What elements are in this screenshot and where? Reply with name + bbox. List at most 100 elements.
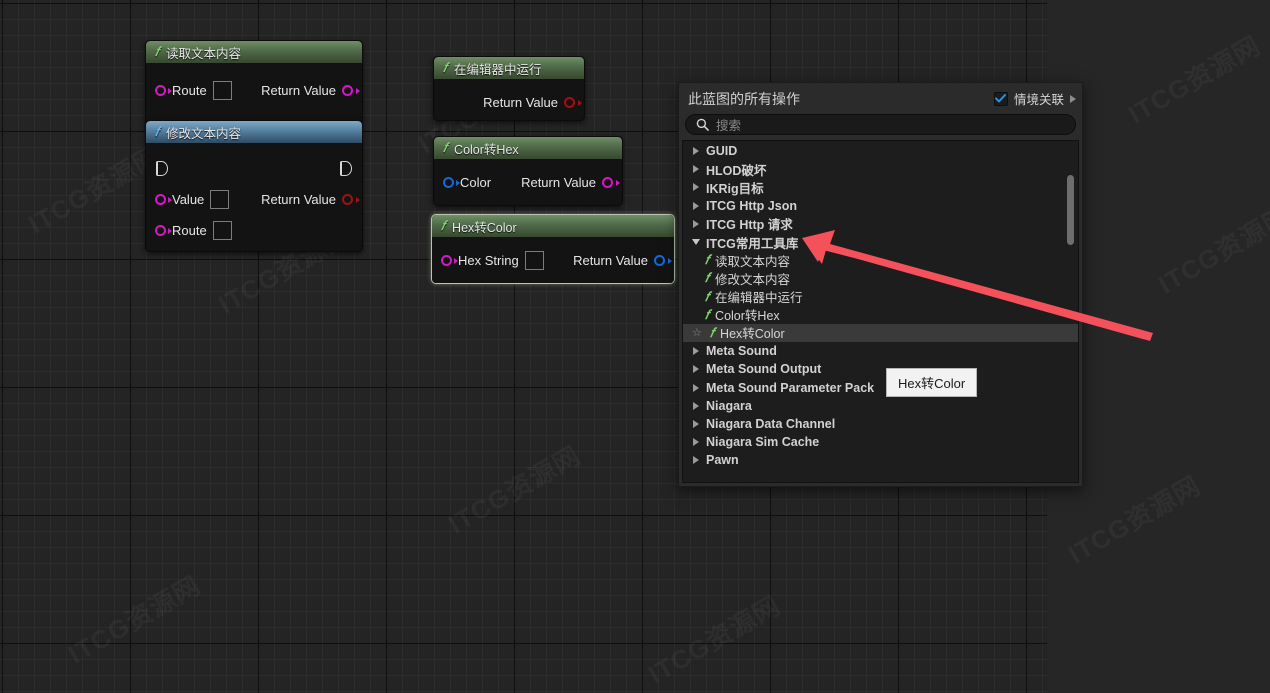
- node-body: Return Value: [434, 79, 584, 120]
- chevron-right-icon[interactable]: [690, 347, 701, 356]
- chevron-right-icon[interactable]: [1070, 94, 1076, 103]
- tree-category-item[interactable]: Meta Sound Parameter Pack: [683, 378, 1078, 396]
- node-input-pin-route[interactable]: Route: [155, 80, 232, 100]
- tree-function-item[interactable]: 𝑓 读取文本内容: [683, 251, 1078, 269]
- pin-value-input[interactable]: [212, 220, 232, 240]
- chevron-right-icon[interactable]: [690, 147, 701, 156]
- graph-node-color-to-hex[interactable]: 𝑓 Color转Hex Color Return Value: [433, 136, 623, 206]
- tree-item-label: HLOD破坏: [706, 163, 767, 178]
- pin-value-input[interactable]: [212, 80, 232, 100]
- pin-icon[interactable]: [564, 96, 582, 108]
- pin-value-input[interactable]: [524, 250, 544, 270]
- tree-function-item[interactable]: 𝑓 修改文本内容: [683, 269, 1078, 287]
- node-input-pin-value[interactable]: Value: [155, 189, 230, 209]
- chevron-right-icon[interactable]: [690, 365, 701, 374]
- node-title-label: Hex转Color: [452, 220, 517, 235]
- tree-category-item[interactable]: ITCG常用工具库: [683, 233, 1078, 251]
- tree-function-item[interactable]: 𝑓 Color转Hex: [683, 306, 1078, 324]
- triangle-icon: [692, 201, 699, 210]
- node-output-pin-return-value[interactable]: Return Value: [521, 175, 620, 190]
- pin-icon[interactable]: [654, 254, 672, 266]
- exec-input-pin[interactable]: [156, 160, 168, 176]
- chevron-right-icon[interactable]: [690, 401, 701, 410]
- tree-item-label: Niagara: [706, 398, 752, 413]
- triangle-icon: [691, 239, 700, 246]
- triangle-icon: [692, 401, 699, 410]
- chevron-right-icon[interactable]: [690, 419, 701, 428]
- function-icon: 𝑓: [705, 306, 710, 322]
- action-tree-container[interactable]: GUID HLOD破坏 IKRig目标 ITCG Http Json ITCG Http…: [682, 140, 1079, 483]
- tree-category-item[interactable]: Meta Sound Output: [683, 360, 1078, 378]
- node-input-pin-color[interactable]: Color: [443, 175, 491, 190]
- blueprint-editor-window: ITCG资源网 ITCG资源网 ITCG资源网 ITCG资源网 ITCG资源网 …: [0, 0, 1270, 693]
- pin-icon[interactable]: [155, 84, 172, 96]
- tree-category-item[interactable]: Niagara: [683, 397, 1078, 415]
- node-input-pin-route[interactable]: Route: [155, 220, 232, 240]
- tree-item-label: Hex转Color: [720, 327, 785, 342]
- tree-category-item[interactable]: Pawn: [683, 451, 1078, 469]
- tree-category-item[interactable]: IKRig目标: [683, 178, 1078, 196]
- pin-icon[interactable]: [602, 176, 620, 188]
- context-sensitive-checkbox[interactable]: [993, 91, 1008, 106]
- chevron-right-icon[interactable]: [690, 165, 701, 174]
- pin-icon[interactable]: [342, 193, 360, 205]
- pin-icon[interactable]: [441, 254, 458, 266]
- triangle-icon: [692, 347, 699, 356]
- chevron-right-icon[interactable]: [690, 456, 701, 465]
- chevron-right-icon[interactable]: [690, 438, 701, 447]
- pin-icon[interactable]: [155, 224, 172, 236]
- tree-category-item[interactable]: Niagara Sim Cache: [683, 433, 1078, 451]
- node-output-pin-return-value[interactable]: Return Value: [261, 192, 360, 207]
- favorite-star-icon[interactable]: ☆: [692, 326, 703, 339]
- node-input-pin-hex-string[interactable]: Hex String: [441, 250, 544, 270]
- tooltip-label: Hex转Color: [898, 376, 966, 391]
- triangle-icon: [692, 419, 699, 428]
- tree-category-item[interactable]: ITCG Http Json: [683, 197, 1078, 215]
- chevron-right-icon[interactable]: [690, 183, 701, 192]
- pin-value-input[interactable]: [210, 189, 230, 209]
- tree-category-item[interactable]: HLOD破坏: [683, 160, 1078, 178]
- tree-item-label: Pawn: [706, 453, 739, 468]
- node-title-bar: 𝑓 在编辑器中运行: [434, 57, 584, 79]
- tree-scrollbar-track[interactable]: [1066, 143, 1076, 480]
- graph-node-run-in-editor[interactable]: 𝑓 在编辑器中运行 Return Value: [433, 56, 585, 121]
- node-body: Value Return Value Route: [146, 143, 362, 251]
- tree-scrollbar-thumb[interactable]: [1067, 175, 1074, 245]
- exec-output-pin[interactable]: [340, 160, 352, 176]
- function-icon: 𝑓: [705, 288, 710, 304]
- pin-icon[interactable]: [155, 193, 172, 205]
- tree-category-item[interactable]: ITCG Http 请求: [683, 215, 1078, 233]
- node-output-pin-return-value[interactable]: Return Value: [261, 82, 360, 98]
- pin-label: Color: [460, 174, 492, 190]
- tree-category-item[interactable]: Meta Sound: [683, 342, 1078, 360]
- node-output-pin-return-value[interactable]: Return Value: [573, 252, 672, 268]
- context-sensitive-label: 情境关联: [1013, 93, 1064, 107]
- graph-node-read-text[interactable]: 𝑓 读取文本内容 Route Return Value: [145, 40, 363, 125]
- function-icon: 𝑓: [155, 44, 160, 59]
- tree-category-item[interactable]: GUID: [683, 142, 1078, 160]
- node-title-label: 读取文本内容: [166, 46, 242, 61]
- chevron-right-icon[interactable]: [690, 383, 701, 392]
- chevron-down-icon[interactable]: [690, 239, 701, 246]
- graph-node-hex-to-color[interactable]: 𝑓 Hex转Color Hex String Return Value: [431, 214, 675, 284]
- node-body: Color Return Value: [434, 159, 622, 205]
- triangle-icon: [692, 165, 699, 174]
- pin-label: Return Value: [261, 82, 336, 98]
- pin-label: Hex String: [458, 252, 519, 268]
- pin-label: Return Value: [573, 252, 648, 268]
- tree-function-item[interactable]: 𝑓 在编辑器中运行: [683, 288, 1078, 306]
- chevron-right-icon[interactable]: [690, 219, 701, 228]
- blueprint-context-menu[interactable]: 此蓝图的所有操作 情境关联 搜索 GUID HLOD破坏 IKRig目标 ITC…: [678, 82, 1083, 487]
- pin-icon[interactable]: [443, 176, 460, 188]
- node-output-pin-return-value[interactable]: Return Value: [483, 95, 582, 110]
- pin-icon[interactable]: [342, 84, 360, 96]
- tree-item-label: Niagara Sim Cache: [706, 435, 820, 450]
- tree-category-item[interactable]: Niagara Data Channel: [683, 415, 1078, 433]
- chevron-right-icon[interactable]: [690, 201, 701, 210]
- context-sensitive-toggle[interactable]: 情境关联: [993, 89, 1076, 108]
- pin-label: Route: [172, 222, 207, 238]
- search-input[interactable]: 搜索: [685, 114, 1076, 135]
- graph-node-modify-text[interactable]: 𝑓 修改文本内容 Value Return Value Route: [145, 120, 363, 252]
- tree-function-item[interactable]: ☆ 𝑓 Hex转Color: [683, 323, 1078, 343]
- tooltip: Hex转Color: [886, 368, 978, 397]
